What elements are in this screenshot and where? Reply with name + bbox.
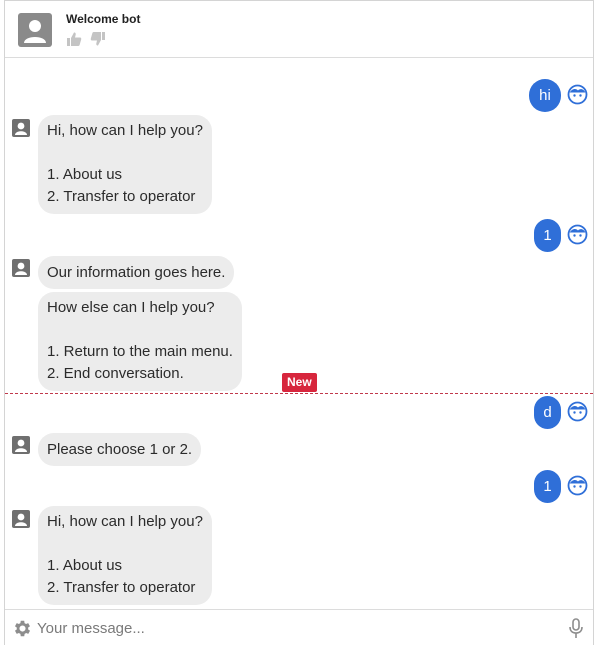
user-avatar-icon [567,84,588,105]
message-list[interactable]: hi Hi, how can I help you? 1. About us 2… [5,59,593,609]
bot-message: Please choose 1 or 2. [38,433,202,466]
bot-avatar-icon [18,13,52,47]
bot-title: Welcome bot [66,12,141,26]
new-badge: New [282,373,317,392]
chat-window: Welcome bot hi Hi, how can I help you? 1… [4,0,594,645]
user-avatar-icon [567,401,588,422]
user-message: 1 [534,470,561,503]
bot-avatar-icon [12,436,30,454]
bot-avatar-icon [12,119,30,137]
bot-message: Hi, how can I help you? 1. About us 2. T… [38,506,212,605]
thumbs-down-icon[interactable] [90,31,106,47]
user-message: 1 [534,219,561,252]
user-avatar-icon [567,475,588,496]
message-input[interactable] [37,614,557,642]
user-message: hi [529,79,561,112]
new-messages-divider [5,393,593,394]
bot-avatar-icon [12,510,30,528]
microphone-icon[interactable] [568,618,584,639]
bot-message: Hi, how can I help you? 1. About us 2. T… [38,115,212,214]
gear-icon[interactable] [12,618,33,639]
bot-avatar-icon [12,259,30,277]
bot-message: Our information goes here. [38,256,235,289]
user-message: d [534,396,561,429]
thumbs-up-icon[interactable] [66,31,82,47]
message-input-bar [5,609,593,645]
user-avatar-icon [567,224,588,245]
bot-message: How else can I help you? 1. Return to th… [38,292,242,391]
chat-header: Welcome bot [5,1,593,58]
